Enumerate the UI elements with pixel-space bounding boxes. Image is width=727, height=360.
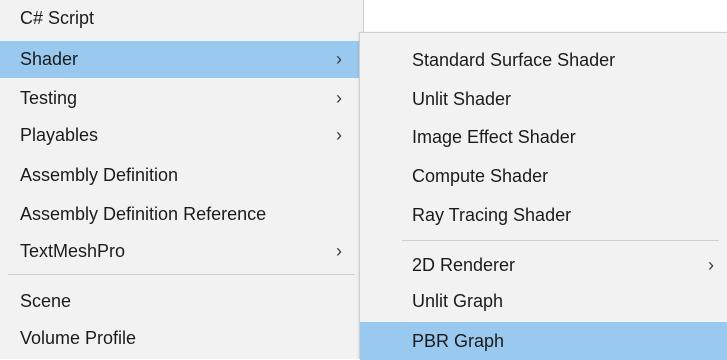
menu-item-volume-profile[interactable]: Volume Profile: [0, 320, 363, 357]
menu-item-label: PBR Graph: [412, 330, 505, 351]
submenu-item-pbr-graph[interactable]: PBR Graph: [360, 322, 727, 360]
menu-item-label: Ray Tracing Shader: [412, 205, 572, 225]
menu-item-csharp-script[interactable]: C# Script: [0, 0, 363, 37]
submenu-item-compute-shader[interactable]: Compute Shader: [360, 158, 727, 195]
shader-submenu: Standard Surface Shader Unlit Shader Ima…: [359, 32, 727, 360]
menu-item-label: Testing: [20, 88, 78, 108]
menu-item-label: Assembly Definition: [20, 165, 179, 185]
menu-item-label: Assembly Definition Reference: [20, 204, 267, 224]
menu-item-label: Scene: [20, 291, 72, 311]
submenu-item-unlit-graph[interactable]: Unlit Graph: [360, 283, 727, 320]
menu-item-label: C# Script: [20, 8, 95, 28]
menu-item-label: Playables: [20, 125, 99, 145]
menu-item-label: Compute Shader: [412, 166, 549, 186]
chevron-right-icon: ›: [336, 88, 342, 108]
menu-item-label: TextMeshPro: [20, 241, 126, 261]
menu-item-playables[interactable]: Playables ›: [0, 117, 363, 154]
menu-item-testing[interactable]: Testing ›: [0, 80, 363, 117]
menu-item-label: Standard Surface Shader: [412, 50, 616, 70]
menu-item-label: Unlit Graph: [412, 291, 504, 311]
submenu-item-standard-surface-shader[interactable]: Standard Surface Shader: [360, 42, 727, 79]
chevron-right-icon: ›: [708, 255, 714, 275]
menu-separator: [402, 240, 719, 241]
menu-item-assembly-definition[interactable]: Assembly Definition: [0, 157, 363, 194]
chevron-right-icon: ›: [336, 49, 342, 69]
menu-item-label: Shader: [20, 49, 79, 69]
menu-item-label: Unlit Shader: [412, 89, 512, 109]
menu-item-label: Volume Profile: [20, 328, 137, 348]
chevron-right-icon: ›: [336, 125, 342, 145]
menu-item-label: Image Effect Shader: [412, 127, 576, 147]
submenu-item-ray-tracing-shader[interactable]: Ray Tracing Shader: [360, 197, 727, 234]
menu-item-assembly-definition-reference[interactable]: Assembly Definition Reference: [0, 196, 363, 233]
submenu-item-image-effect-shader[interactable]: Image Effect Shader: [360, 119, 727, 156]
menu-item-label: 2D Renderer: [412, 255, 516, 275]
menu-separator: [8, 274, 355, 275]
menu-item-textmeshpro[interactable]: TextMeshPro ›: [0, 233, 363, 270]
menu-item-scene[interactable]: Scene: [0, 283, 363, 320]
chevron-right-icon: ›: [336, 241, 342, 261]
submenu-item-unlit-shader[interactable]: Unlit Shader: [360, 81, 727, 118]
menu-item-shader[interactable]: Shader ›: [0, 41, 363, 78]
context-menu: C# Script Shader › Testing › Playables ›…: [0, 0, 364, 359]
submenu-item-2d-renderer[interactable]: 2D Renderer ›: [360, 247, 727, 284]
